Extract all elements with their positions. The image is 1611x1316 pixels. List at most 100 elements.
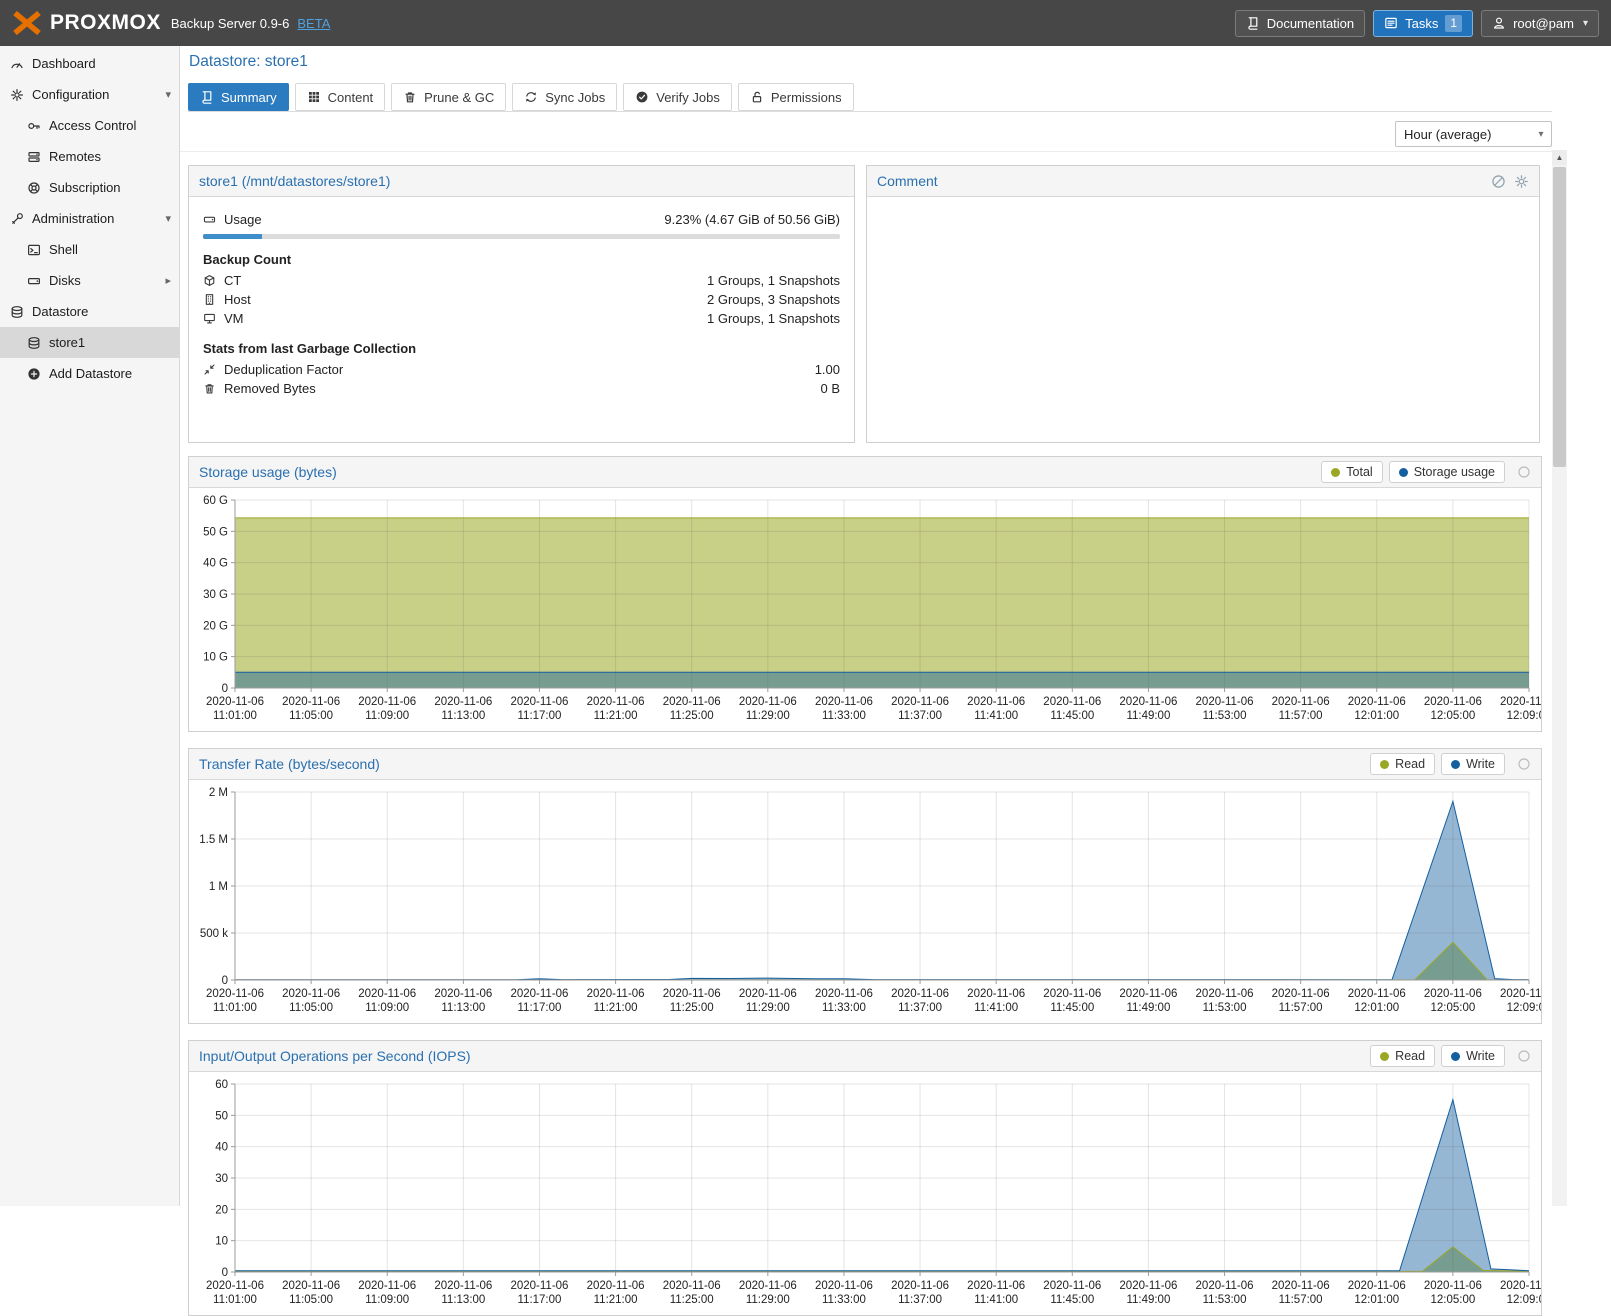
tab-prune-gc[interactable]: Prune & GC — [391, 83, 506, 111]
cube-icon — [203, 274, 216, 287]
beta-link[interactable]: BETA — [297, 16, 330, 31]
svg-text:12:05:00: 12:05:00 — [1430, 1294, 1475, 1306]
storage-usage-legend: Total Storage usage — [1321, 461, 1531, 483]
legend-item-read[interactable]: Read — [1370, 753, 1435, 775]
sidebar-item-datastore[interactable]: Datastore — [0, 296, 179, 327]
svg-text:2020-11-06: 2020-11-06 — [1424, 988, 1482, 1000]
chevron-down-icon[interactable]: ▾ — [165, 212, 171, 225]
legend-item-write[interactable]: Write — [1441, 1045, 1505, 1067]
tasks-button[interactable]: Tasks 1 — [1373, 10, 1473, 37]
legend-color-dot — [1331, 468, 1340, 477]
hdd-icon — [203, 213, 216, 226]
transfer-rate-title: Transfer Rate (bytes/second) — [199, 756, 380, 772]
svg-text:11:49:00: 11:49:00 — [1126, 1294, 1170, 1306]
tab-permissions[interactable]: Permissions — [738, 83, 854, 111]
svg-text:2020-11-06: 2020-11-06 — [891, 1280, 949, 1292]
svg-text:11:25:00: 11:25:00 — [670, 1294, 714, 1306]
panel-tool-icon[interactable] — [1517, 1049, 1531, 1063]
iops-title: Input/Output Operations per Second (IOPS… — [199, 1048, 471, 1064]
svg-text:12:01:00: 12:01:00 — [1354, 1294, 1399, 1306]
legend-item-read[interactable]: Read — [1370, 1045, 1435, 1067]
iops-chart: 01020304050602020-11-0611:01:002020-11-0… — [189, 1076, 1541, 1310]
scrollbar-up-arrow[interactable]: ▲ — [1552, 150, 1567, 165]
legend-item-total[interactable]: Total — [1321, 461, 1382, 483]
user-menu-button[interactable]: root@pam ▾ — [1481, 10, 1599, 37]
page-title: Datastore: store1 — [189, 53, 308, 71]
svg-text:11:33:00: 11:33:00 — [822, 1294, 866, 1306]
svg-text:2020-11-06: 2020-11-06 — [434, 696, 492, 708]
svg-text:11:45:00: 11:45:00 — [1050, 1002, 1094, 1014]
usage-row: Usage 9.23% (4.67 GiB of 50.56 GiB) — [203, 210, 840, 229]
gear-icon[interactable] — [1514, 174, 1529, 189]
panel-tool-icon[interactable] — [1517, 465, 1531, 479]
svg-text:2020-11-06: 2020-11-06 — [206, 1280, 264, 1292]
sidebar-item-shell[interactable]: Shell — [0, 234, 179, 265]
svg-text:1.5 M: 1.5 M — [199, 834, 228, 846]
svg-text:11:17:00: 11:17:00 — [518, 1294, 562, 1306]
chevron-down-icon: ▾ — [1531, 129, 1551, 140]
svg-text:2020-11-06: 2020-11-06 — [1119, 988, 1177, 1000]
timeframe-select[interactable]: Hour (average) ▾ — [1395, 121, 1552, 147]
legend-item-storage-usage[interactable]: Storage usage — [1389, 461, 1505, 483]
sidebar-item-access-control[interactable]: Access Control — [0, 110, 179, 141]
main-content: Datastore: store1 Summary Content Prune … — [180, 46, 1552, 1206]
svg-text:11:25:00: 11:25:00 — [670, 710, 714, 722]
circle-slash-icon[interactable] — [1491, 174, 1506, 189]
svg-text:500 k: 500 k — [200, 928, 228, 940]
sidebar-item-configuration[interactable]: Configuration ▾ — [0, 79, 179, 110]
panel-tool-icon[interactable] — [1517, 757, 1531, 771]
svg-text:2020-11-06: 2020-11-06 — [1500, 1280, 1541, 1292]
sidebar-item-subscription[interactable]: Subscription — [0, 172, 179, 203]
svg-text:2020-11-06: 2020-11-06 — [510, 988, 568, 1000]
chevron-down-icon[interactable]: ▾ — [165, 88, 171, 101]
sidebar-item-administration[interactable]: Administration ▾ — [0, 203, 179, 234]
sidebar-item-store1[interactable]: store1 — [0, 327, 179, 358]
svg-text:2020-11-06: 2020-11-06 — [510, 696, 568, 708]
svg-text:0: 0 — [222, 1267, 228, 1279]
server-icon — [27, 150, 41, 164]
svg-text:2020-11-06: 2020-11-06 — [1043, 988, 1101, 1000]
grid-icon — [307, 90, 321, 104]
svg-text:2020-11-06: 2020-11-06 — [1272, 696, 1330, 708]
comment-body[interactable] — [867, 197, 1539, 442]
legend-color-dot — [1451, 760, 1460, 769]
tab-content[interactable]: Content — [295, 83, 386, 111]
svg-text:12:01:00: 12:01:00 — [1354, 710, 1399, 722]
svg-text:2020-11-06: 2020-11-06 — [815, 696, 873, 708]
sidebar-item-dashboard[interactable]: Dashboard — [0, 48, 179, 79]
tab-sync-jobs[interactable]: Sync Jobs — [512, 83, 617, 111]
scrollbar-thumb[interactable] — [1553, 167, 1566, 467]
chevron-right-icon[interactable]: ▸ — [165, 274, 171, 287]
tab-summary[interactable]: Summary — [188, 83, 289, 111]
gears-icon — [10, 88, 24, 102]
svg-text:2020-11-06: 2020-11-06 — [1043, 1280, 1101, 1292]
legend-item-write[interactable]: Write — [1441, 753, 1505, 775]
svg-text:30 G: 30 G — [203, 589, 228, 601]
svg-text:11:05:00: 11:05:00 — [289, 1002, 333, 1014]
svg-text:11:49:00: 11:49:00 — [1126, 710, 1170, 722]
sidebar-item-disks[interactable]: Disks ▸ — [0, 265, 179, 296]
svg-text:40 G: 40 G — [203, 558, 228, 570]
svg-text:2020-11-06: 2020-11-06 — [967, 1280, 1025, 1292]
svg-text:11:13:00: 11:13:00 — [441, 1002, 485, 1014]
store-summary-title: store1 (/mnt/datastores/store1) — [199, 173, 390, 189]
documentation-button[interactable]: Documentation — [1235, 10, 1365, 37]
svg-text:11:01:00: 11:01:00 — [213, 1294, 257, 1306]
svg-text:11:41:00: 11:41:00 — [974, 710, 1018, 722]
store-summary-header: store1 (/mnt/datastores/store1) — [189, 166, 854, 197]
svg-text:2020-11-06: 2020-11-06 — [206, 988, 264, 1000]
sidebar-item-add-datastore[interactable]: Add Datastore — [0, 358, 179, 389]
svg-text:11:29:00: 11:29:00 — [746, 1002, 790, 1014]
svg-text:11:33:00: 11:33:00 — [822, 710, 866, 722]
tab-verify-jobs[interactable]: Verify Jobs — [623, 83, 732, 111]
wrench-icon — [10, 212, 24, 226]
svg-text:2020-11-06: 2020-11-06 — [1272, 988, 1330, 1000]
svg-text:2020-11-06: 2020-11-06 — [282, 696, 340, 708]
documentation-label: Documentation — [1267, 16, 1354, 31]
iops-header: Input/Output Operations per Second (IOPS… — [189, 1041, 1541, 1072]
usage-progress-fill — [203, 234, 262, 239]
sidebar-item-remotes[interactable]: Remotes — [0, 141, 179, 172]
svg-text:2020-11-06: 2020-11-06 — [891, 988, 949, 1000]
svg-text:2020-11-06: 2020-11-06 — [434, 988, 492, 1000]
hdd-icon — [27, 274, 41, 288]
